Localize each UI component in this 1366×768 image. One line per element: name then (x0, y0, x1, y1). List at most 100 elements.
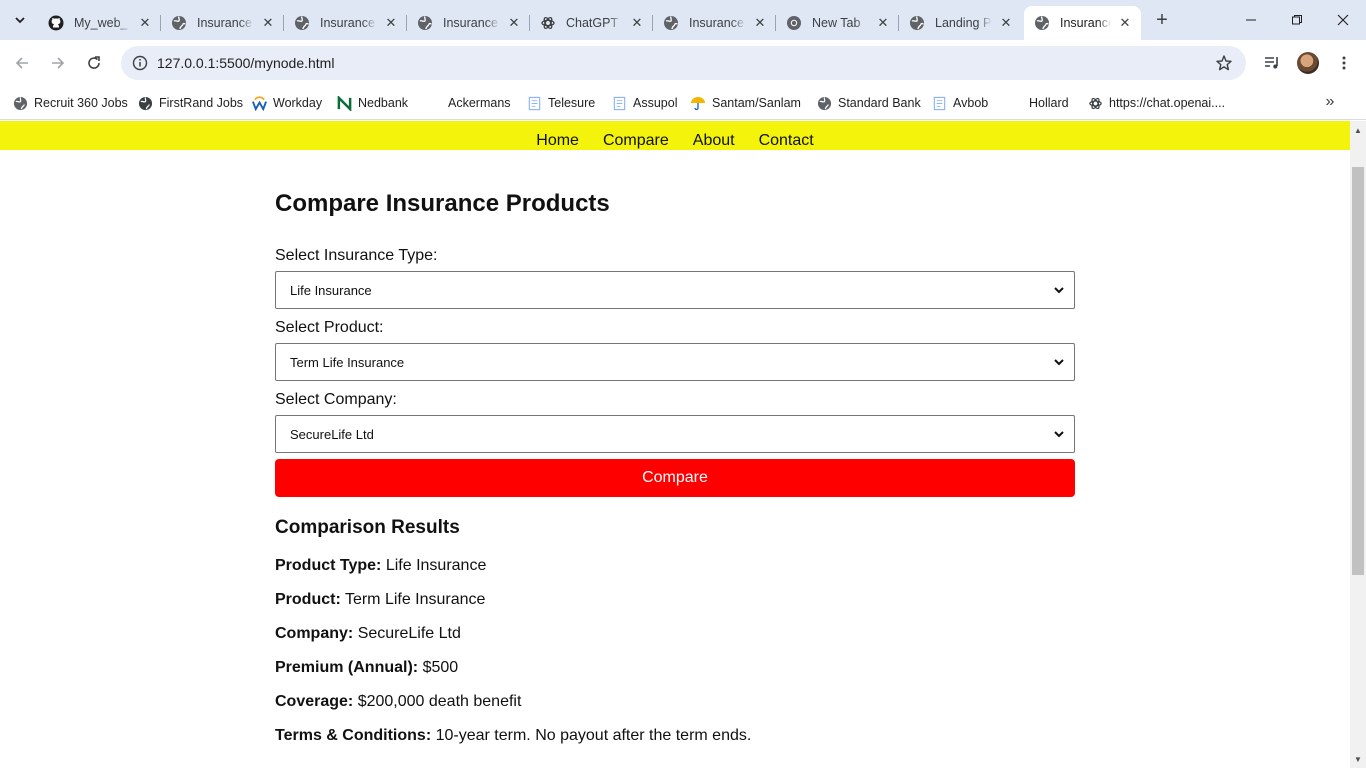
result-value: 10-year term. No payout after the term e… (435, 727, 752, 744)
bookmark-item[interactable]: Ackermans (426, 92, 511, 114)
result-terms: Terms & Conditions: 10-year term. No pay… (275, 727, 751, 745)
browser-tab[interactable]: Landing P ✕ (899, 6, 1022, 40)
url-text[interactable]: 127.0.0.1:5500/mynode.html (157, 55, 334, 71)
close-icon[interactable]: ✕ (137, 15, 153, 31)
umbrella-icon (690, 95, 706, 111)
bookmark-label: Workday (273, 96, 323, 110)
bookmark-label: https://chat.openai.... (1109, 96, 1226, 110)
nav-link-compare[interactable]: Compare (603, 132, 669, 150)
vertical-scrollbar[interactable]: ▲ ▼ (1350, 121, 1366, 768)
menu-dots-icon[interactable] (1330, 49, 1358, 77)
tab-title: Insurance (320, 16, 375, 30)
address-bar[interactable]: 127.0.0.1:5500/mynode.html (121, 46, 1246, 80)
bookmark-label: Avbob (953, 96, 989, 110)
site-info-icon[interactable] (129, 52, 151, 74)
globe-icon (294, 15, 310, 31)
scroll-down-arrow-icon[interactable]: ▼ (1353, 754, 1363, 764)
bookmark-item[interactable]: Assupol (611, 92, 677, 114)
tab-title: Insurance (1060, 16, 1111, 30)
browser-tab[interactable]: My_web_ ✕ (38, 6, 161, 40)
product-select[interactable]: Term Life Insurance (275, 343, 1075, 381)
openai-icon (1087, 95, 1103, 111)
result-value: $500 (422, 659, 459, 676)
bookmark-star-icon[interactable] (1214, 53, 1234, 73)
company-select[interactable]: SecureLife Ltd (275, 415, 1075, 453)
page-viewport: Home Compare About Contact Compare Insur… (0, 121, 1366, 768)
company-value: SecureLife Ltd (290, 426, 374, 442)
close-icon[interactable]: ✕ (383, 15, 399, 31)
globe-icon (909, 15, 925, 31)
close-icon[interactable]: ✕ (875, 15, 891, 31)
globe-icon (417, 15, 433, 31)
browser-tab[interactable]: New Tab ✕ (776, 6, 899, 40)
result-label: Product Type: (275, 557, 382, 574)
browser-tab[interactable]: ChatGPT ✕ (530, 6, 653, 40)
close-icon[interactable]: ✕ (998, 15, 1014, 31)
restore-icon[interactable] (1274, 0, 1320, 40)
browser-tab[interactable]: Insurance ✕ (653, 6, 776, 40)
browser-tab-active[interactable]: Insurance ✕ (1024, 6, 1141, 40)
close-icon[interactable]: ✕ (752, 15, 768, 31)
bookmark-label: Standard Bank (838, 96, 921, 110)
page-icon (931, 95, 947, 111)
globe-icon (12, 95, 28, 111)
page-icon (526, 95, 542, 111)
result-company: Company: SecureLife Ltd (275, 625, 461, 643)
globe-icon (1034, 15, 1050, 31)
tab-title: Insurance (689, 16, 744, 30)
profile-avatar[interactable] (1294, 49, 1322, 77)
bookmark-label: Telesure (548, 96, 596, 110)
close-icon[interactable]: ✕ (260, 15, 276, 31)
result-coverage: Coverage: $200,000 death benefit (275, 693, 521, 711)
result-value: $200,000 death benefit (357, 693, 522, 710)
bookmark-item[interactable]: FirstRand Jobs (137, 92, 243, 114)
close-window-icon[interactable] (1320, 0, 1366, 40)
browser-tab[interactable]: Insurance ✕ (161, 6, 284, 40)
bookmark-label: FirstRand Jobs (159, 96, 244, 110)
nav-link-about[interactable]: About (693, 132, 735, 150)
chevron-down-icon (1052, 283, 1066, 297)
bookmark-item[interactable]: Avbob (931, 92, 988, 114)
bookmark-item[interactable]: Recruit 360 Jobs (12, 92, 128, 114)
close-icon[interactable]: ✕ (629, 15, 645, 31)
insurance-type-select[interactable]: Life Insurance (275, 271, 1075, 309)
reload-icon[interactable] (78, 47, 110, 79)
close-icon[interactable]: ✕ (506, 15, 522, 31)
result-value: Life Insurance (385, 557, 487, 574)
tab-search-chevron-icon[interactable] (8, 8, 32, 32)
bookmark-item[interactable]: Standard Bank (816, 92, 921, 114)
page-title: Compare Insurance Products (275, 190, 610, 217)
more-bookmarks-chevron-icon[interactable]: » (1318, 90, 1342, 114)
result-premium: Premium (Annual): $500 (275, 659, 458, 677)
minimize-icon[interactable] (1228, 0, 1274, 40)
nav-link-contact[interactable]: Contact (759, 132, 814, 150)
browser-tab[interactable]: Insurance ✕ (407, 6, 530, 40)
page-icon (611, 95, 627, 111)
close-icon[interactable]: ✕ (1117, 15, 1133, 31)
nav-link-home[interactable]: Home (536, 132, 579, 150)
insurance-type-value: Life Insurance (290, 282, 372, 298)
tab-title: My_web_ (74, 16, 128, 30)
result-label: Product: (275, 591, 341, 608)
tab-title: Insurance (443, 16, 498, 30)
media-control-icon[interactable] (1258, 49, 1286, 77)
compare-button[interactable]: Compare (275, 459, 1075, 497)
bookmark-item[interactable]: https://chat.openai.... (1087, 92, 1225, 114)
result-label: Coverage: (275, 693, 354, 710)
forward-arrow-icon[interactable] (42, 47, 74, 79)
new-tab-plus-icon[interactable]: + (1150, 8, 1174, 32)
result-label: Premium (Annual): (275, 659, 419, 676)
blank-icon (1007, 95, 1023, 111)
bookmark-item[interactable]: Santam/Sanlam (690, 92, 801, 114)
bookmark-item[interactable]: Workday (251, 92, 322, 114)
scrollbar-thumb[interactable] (1352, 167, 1364, 575)
results-title: Comparison Results (275, 517, 460, 538)
bookmark-item[interactable]: Hollard (1007, 92, 1069, 114)
back-arrow-icon[interactable] (6, 47, 38, 79)
bookmark-item[interactable]: Telesure (526, 92, 595, 114)
scroll-up-arrow-icon[interactable]: ▲ (1353, 125, 1363, 135)
browser-tab[interactable]: Insurance ✕ (284, 6, 407, 40)
insurance-type-label: Select Insurance Type: (275, 247, 438, 264)
result-product-type: Product Type: Life Insurance (275, 557, 486, 575)
bookmark-item[interactable]: Nedbank (336, 92, 408, 114)
